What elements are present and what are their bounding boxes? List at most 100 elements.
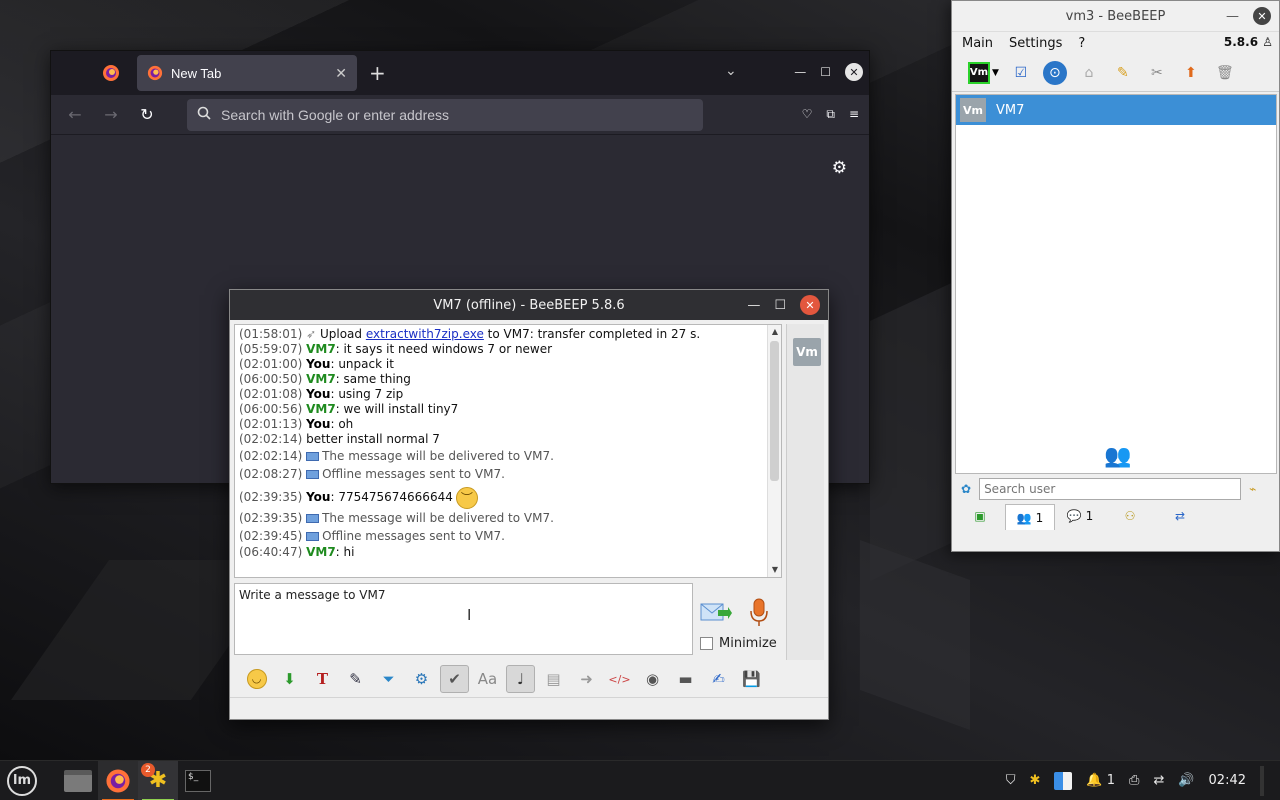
tab-groups[interactable]: ⚇ — [1105, 504, 1155, 528]
notifications-icon[interactable]: 🔔 1 — [1086, 773, 1115, 788]
beebeep-launcher[interactable]: ✱ 2 — [138, 760, 178, 800]
tab-users[interactable]: 👥 1 — [1005, 504, 1055, 530]
message-sender: You — [306, 417, 331, 431]
close-icon[interactable]: ✕ — [1253, 7, 1271, 25]
minimize-icon[interactable]: — — [747, 298, 760, 313]
settings-cog-icon[interactable]: ⚙ — [407, 665, 436, 693]
beebeep-titlebar: vm3 - BeeBEEP — ✕ — [952, 1, 1279, 32]
file-link[interactable]: extractwith7zip.exe — [366, 327, 484, 341]
close-icon[interactable]: ✕ — [800, 295, 820, 315]
chat-history[interactable]: (01:58:01) ➶ Upload extractwith7zip.exe … — [234, 324, 782, 578]
system-tray: ⛉ ✱ 🔔 1 ⎙ ⇄ 🔊 02:42 — [1006, 765, 1280, 796]
message-text: : using 7 zip — [330, 387, 404, 401]
tools-icon[interactable]: ✂ — [1145, 61, 1169, 85]
search-user-input[interactable] — [979, 478, 1242, 500]
clock: 02:42 — [1208, 773, 1246, 788]
spellcheck-icon[interactable]: ✔ — [440, 665, 469, 693]
firefox-view-button[interactable] — [89, 55, 133, 91]
chat-scrollbar[interactable]: ▲ ▼ — [767, 325, 781, 577]
screenshot-icon[interactable]: ◉ — [638, 665, 667, 693]
clear-search-icon[interactable]: ⌁ — [1249, 482, 1256, 496]
reload-icon[interactable]: ↻ — [133, 101, 161, 129]
list-all-tabs-icon[interactable]: ⌄ — [725, 63, 737, 79]
terminal-launcher[interactable]: $_ — [178, 761, 218, 800]
maximize-icon[interactable]: ☐ — [774, 298, 786, 313]
tab-shares[interactable]: ⇄ — [1155, 504, 1205, 528]
scroll-thumb[interactable] — [770, 341, 779, 481]
maximize-icon[interactable]: ☐ — [820, 65, 831, 79]
tab-close-icon[interactable]: ✕ — [335, 65, 347, 82]
user-item-vm7[interactable]: Vm VM7 — [956, 95, 1276, 125]
tab-title: New Tab — [171, 65, 222, 81]
network-disconnected-icon[interactable]: ⇄ — [1153, 773, 1164, 788]
beebeep-tabs: ▣ 👥 1 💬 1 ⚇ ⇄ — [955, 504, 1205, 530]
tab-chats[interactable]: 💬 1 — [1055, 504, 1105, 528]
network-icon[interactable]: ✿ — [961, 482, 971, 496]
forward-arrow-icon[interactable]: → — [97, 101, 125, 129]
broadcast-icon[interactable]: ⊙ — [1042, 60, 1067, 85]
expand-icon[interactable]: ⬇ — [275, 665, 304, 693]
minimize-icon[interactable]: — — [794, 65, 806, 79]
code-icon[interactable]: </> — [605, 665, 634, 693]
new-tab-button[interactable]: + — [369, 63, 386, 83]
printer-icon[interactable]: ⎙ — [1129, 773, 1139, 788]
menu-main[interactable]: Main — [962, 36, 993, 51]
trash-icon[interactable]: 🗑 — [1213, 61, 1237, 85]
edit-icon[interactable]: ✎ — [1111, 61, 1135, 85]
microphone-icon[interactable] — [748, 598, 770, 628]
updates-icon[interactable] — [1054, 771, 1073, 790]
url-bar[interactable]: Search with Google or enter address — [187, 98, 703, 131]
scroll-down-icon[interactable]: ▼ — [768, 563, 781, 577]
message-input[interactable]: Write a message to VM7 I — [234, 583, 693, 655]
message-text: : it says it need windows 7 or newer — [335, 342, 553, 356]
status-vm-button[interactable]: Vm — [968, 61, 990, 84]
document-icon[interactable]: ▤ — [539, 665, 568, 693]
color-pen-icon[interactable]: ✎ — [341, 665, 370, 693]
pocket-icon[interactable]: ♡ — [802, 107, 813, 122]
send-file-icon[interactable]: ➜ — [572, 665, 601, 693]
beebeep-window-title: vm3 - BeeBEEP — [1065, 8, 1166, 24]
minimize-checkbox[interactable] — [700, 637, 713, 650]
user-name: VM7 — [996, 102, 1025, 118]
back-arrow-icon[interactable]: ← — [61, 101, 89, 129]
minimize-icon[interactable]: — — [1226, 9, 1239, 24]
close-icon[interactable]: ✕ — [845, 63, 863, 81]
folder-icon[interactable]: ▬ — [671, 665, 700, 693]
show-desktop[interactable] — [1260, 765, 1264, 796]
firefox-launcher[interactable] — [98, 760, 138, 800]
envelope-icon — [306, 452, 320, 461]
status-dropdown-icon[interactable]: ▼ — [992, 68, 999, 78]
gear-icon[interactable]: ⚙ — [832, 158, 847, 178]
message-timestamp: (01:58:01) — [239, 327, 303, 341]
scroll-up-icon[interactable]: ▲ — [768, 325, 781, 339]
text-format-icon[interactable]: T — [308, 665, 337, 693]
volume-icon[interactable]: 🔊 — [1178, 773, 1194, 788]
send-message-icon[interactable] — [700, 600, 732, 624]
message-text: : oh — [330, 417, 354, 431]
files-launcher[interactable] — [58, 761, 98, 800]
minimize-option[interactable]: Minimize — [700, 636, 777, 651]
bee-tray-icon[interactable]: ✱ — [1030, 773, 1041, 788]
menu-settings[interactable]: Settings — [1009, 36, 1062, 51]
system-message: Offline messages sent to VM7. — [322, 529, 505, 543]
save-icon[interactable]: 💾 — [737, 665, 766, 693]
checklist-icon[interactable]: ☑ — [1009, 61, 1033, 85]
home-icon[interactable]: ⌂ — [1077, 61, 1101, 85]
notes-icon[interactable]: ✍ — [704, 665, 733, 693]
message-text: Upload — [316, 327, 366, 341]
chat-message: (06:00:50) VM7: same thing — [239, 372, 763, 387]
menu-help[interactable]: ? — [1078, 36, 1085, 51]
dictionary-icon[interactable]: Aa — [473, 665, 502, 693]
tab-home[interactable]: ▣ — [955, 504, 1005, 528]
tab-new-tab[interactable]: New Tab ✕ — [137, 55, 357, 91]
extensions-icon[interactable]: ⧉ — [826, 107, 835, 122]
update-icon[interactable]: ⬆ — [1179, 61, 1203, 85]
shield-icon[interactable]: ⛉ — [1006, 773, 1016, 788]
music-note-icon[interactable]: ♩ — [506, 665, 535, 693]
emoticon-icon[interactable]: ◡ — [242, 665, 271, 693]
filter-icon[interactable]: ⏷ — [374, 665, 403, 693]
chat-members-panel: Vm — [786, 324, 824, 660]
menu-button[interactable]: lm — [0, 761, 44, 800]
member-avatar[interactable]: Vm — [793, 338, 821, 366]
hamburger-menu-icon[interactable]: ≡ — [849, 107, 859, 122]
